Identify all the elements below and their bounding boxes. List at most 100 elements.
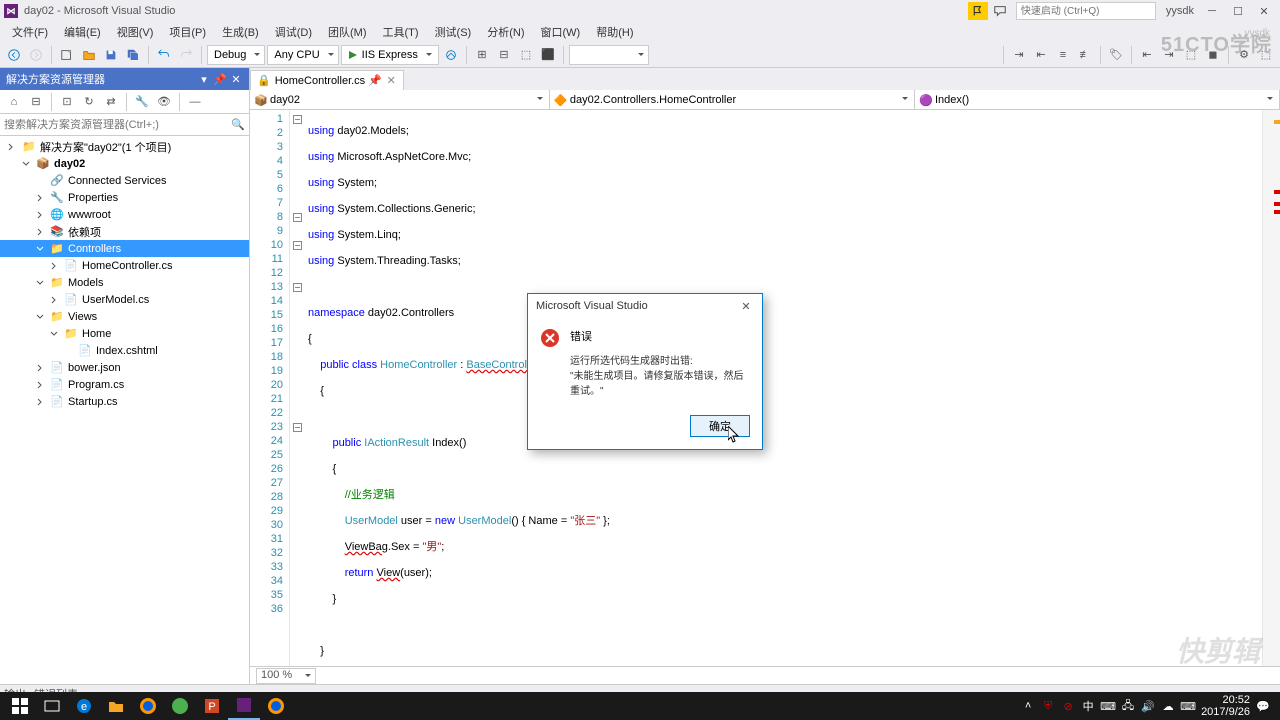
menu-help[interactable]: 帮助(H) xyxy=(588,22,641,42)
open-button[interactable] xyxy=(79,45,99,65)
taskbar-edge[interactable]: e xyxy=(68,692,100,720)
menu-view[interactable]: 视图(V) xyxy=(109,22,162,42)
menu-build[interactable]: 生成(B) xyxy=(214,22,267,42)
save-all-button[interactable] xyxy=(123,45,143,65)
tb-extra-1[interactable]: ⚙ xyxy=(1234,45,1254,65)
tab-homecontroller[interactable]: 🔒 HomeController.cs 📌 ✕ xyxy=(250,70,404,90)
tray-volume-icon[interactable]: 🔊 xyxy=(1141,699,1155,713)
comment-button[interactable]: ≡ xyxy=(1053,45,1073,65)
panel-close-icon[interactable]: ✕ xyxy=(229,72,243,86)
tree-homecontroller[interactable]: 📄HomeController.cs xyxy=(0,257,249,274)
uncomment-button[interactable]: ≢ xyxy=(1075,45,1095,65)
tray-chevron-icon[interactable]: ˄ xyxy=(1021,699,1035,713)
bookmark-button[interactable]: 🏷 xyxy=(1106,45,1126,65)
tree-wwwroot[interactable]: 🌐wwwroot xyxy=(0,206,249,223)
redo-button[interactable] xyxy=(176,45,196,65)
dialog-close-button[interactable]: ✕ xyxy=(738,298,754,314)
code-editor[interactable]: 1234567891011121314151617181920212223242… xyxy=(250,110,1280,666)
zoom-dropdown[interactable]: 100 % xyxy=(256,668,316,684)
solution-search[interactable]: 🔍 xyxy=(0,114,249,136)
tree-views[interactable]: 📁Views xyxy=(0,308,249,325)
menu-file[interactable]: 文件(F) xyxy=(4,22,56,42)
tb-extra-2[interactable]: ⬚ xyxy=(1256,45,1276,65)
tree-dependencies[interactable]: 📚依赖项 xyxy=(0,223,249,240)
tree-bower[interactable]: 📄bower.json xyxy=(0,359,249,376)
close-icon[interactable]: ✕ xyxy=(385,75,397,87)
menu-debug[interactable]: 调试(D) xyxy=(267,22,320,42)
notification-flag-icon[interactable] xyxy=(968,2,988,20)
tree-controllers[interactable]: 📁Controllers xyxy=(0,240,249,257)
menu-test[interactable]: 测试(S) xyxy=(427,22,480,42)
dialog-title-bar[interactable]: Microsoft Visual Studio ✕ xyxy=(528,294,762,318)
menu-team[interactable]: 团队(M) xyxy=(320,22,375,42)
filter-icon[interactable]: — xyxy=(185,92,205,112)
save-button[interactable] xyxy=(101,45,121,65)
indent-button[interactable]: ⇥ xyxy=(1159,45,1179,65)
tree-properties[interactable]: 🔧Properties xyxy=(0,189,249,206)
menu-window[interactable]: 窗口(W) xyxy=(533,22,589,42)
tb-icon-1[interactable]: ⊞ xyxy=(472,45,492,65)
tree-usermodel[interactable]: 📄UserModel.cs xyxy=(0,291,249,308)
tray-clock[interactable]: 20:52 2017/9/26 xyxy=(1201,694,1250,718)
tree-startup[interactable]: 📄Startup.cs xyxy=(0,393,249,410)
close-button[interactable]: ✕ xyxy=(1252,2,1276,20)
taskbar-vs[interactable] xyxy=(228,692,260,720)
scrollbar-margin[interactable] xyxy=(1262,110,1280,666)
preview-icon[interactable]: 👁 xyxy=(154,92,174,112)
feedback-icon[interactable] xyxy=(990,2,1010,20)
tb-icon-2[interactable]: ⊟ xyxy=(494,45,514,65)
panel-dropdown-icon[interactable]: ▾ xyxy=(197,72,211,86)
properties-icon[interactable]: 🔧 xyxy=(132,92,152,112)
tree-program[interactable]: 📄Program.cs xyxy=(0,376,249,393)
task-view-button[interactable] xyxy=(36,692,68,720)
tree-project[interactable]: 📦day02 xyxy=(0,155,249,172)
platform-dropdown[interactable]: Any CPU xyxy=(267,45,338,65)
forward-button[interactable] xyxy=(26,45,46,65)
taskbar-firefox-2[interactable] xyxy=(260,692,292,720)
format-button[interactable]: ⬚ xyxy=(1181,45,1201,65)
show-all-icon[interactable]: ⊡ xyxy=(57,92,77,112)
tray-ime-icon[interactable]: 中 xyxy=(1081,699,1095,713)
nav-method-dropdown[interactable]: 🟣Index() xyxy=(915,90,1280,109)
quick-launch-input[interactable] xyxy=(1016,2,1156,20)
tree-index-cshtml[interactable]: 📄Index.cshtml xyxy=(0,342,249,359)
dialog-ok-button[interactable]: 确定 xyxy=(690,415,750,437)
refresh-icon[interactable]: ↻ xyxy=(79,92,99,112)
tree-connected-services[interactable]: 🔗Connected Services xyxy=(0,172,249,189)
tree-models[interactable]: 📁Models xyxy=(0,274,249,291)
tray-ime-mode-icon[interactable]: ⌨ xyxy=(1101,699,1115,713)
maximize-button[interactable]: ☐ xyxy=(1226,2,1250,20)
tree-solution[interactable]: 📁解决方案"day02"(1 个项目) xyxy=(0,138,249,155)
solution-search-input[interactable] xyxy=(4,119,231,131)
menu-analyze[interactable]: 分析(N) xyxy=(479,22,532,42)
outdent-button[interactable]: ⇤ xyxy=(1137,45,1157,65)
browser-link-button[interactable] xyxy=(441,45,461,65)
taskbar-app-1[interactable] xyxy=(164,692,196,720)
search-icon[interactable]: 🔍 xyxy=(231,118,245,131)
tray-defender-icon[interactable]: ⛨ xyxy=(1041,699,1055,713)
nav-class-dropdown[interactable]: 🔶day02.Controllers.HomeController xyxy=(550,90,915,109)
undo-button[interactable] xyxy=(154,45,174,65)
tray-cloud-icon[interactable]: ☁ xyxy=(1161,699,1175,713)
taskbar-explorer[interactable] xyxy=(100,692,132,720)
find-dropdown[interactable] xyxy=(569,45,649,65)
taskbar-firefox[interactable] xyxy=(132,692,164,720)
start-button[interactable] xyxy=(4,692,36,720)
menu-tools[interactable]: 工具(T) xyxy=(375,22,427,42)
tb-icon-4[interactable]: ⬛ xyxy=(538,45,558,65)
taskbar-powerpoint[interactable]: P xyxy=(196,692,228,720)
tray-keyboard-icon[interactable]: ⌨ xyxy=(1181,699,1195,713)
collapse-all-icon[interactable]: ⊟ xyxy=(26,92,46,112)
minimize-button[interactable]: ─ xyxy=(1200,2,1224,20)
home-icon[interactable]: ⌂ xyxy=(4,92,24,112)
panel-pin-icon[interactable]: 📌 xyxy=(213,72,227,86)
back-button[interactable] xyxy=(4,45,24,65)
tb-icon-3[interactable]: ⬚ xyxy=(516,45,536,65)
run-button[interactable]: IIS Express xyxy=(341,45,439,65)
new-project-button[interactable] xyxy=(57,45,77,65)
config-dropdown[interactable]: Debug xyxy=(207,45,265,65)
menu-edit[interactable]: 编辑(E) xyxy=(56,22,109,42)
menu-project[interactable]: 项目(P) xyxy=(161,22,214,42)
tray-notifications-icon[interactable]: 💬 xyxy=(1256,699,1270,713)
pin-icon[interactable]: 📌 xyxy=(369,75,381,87)
